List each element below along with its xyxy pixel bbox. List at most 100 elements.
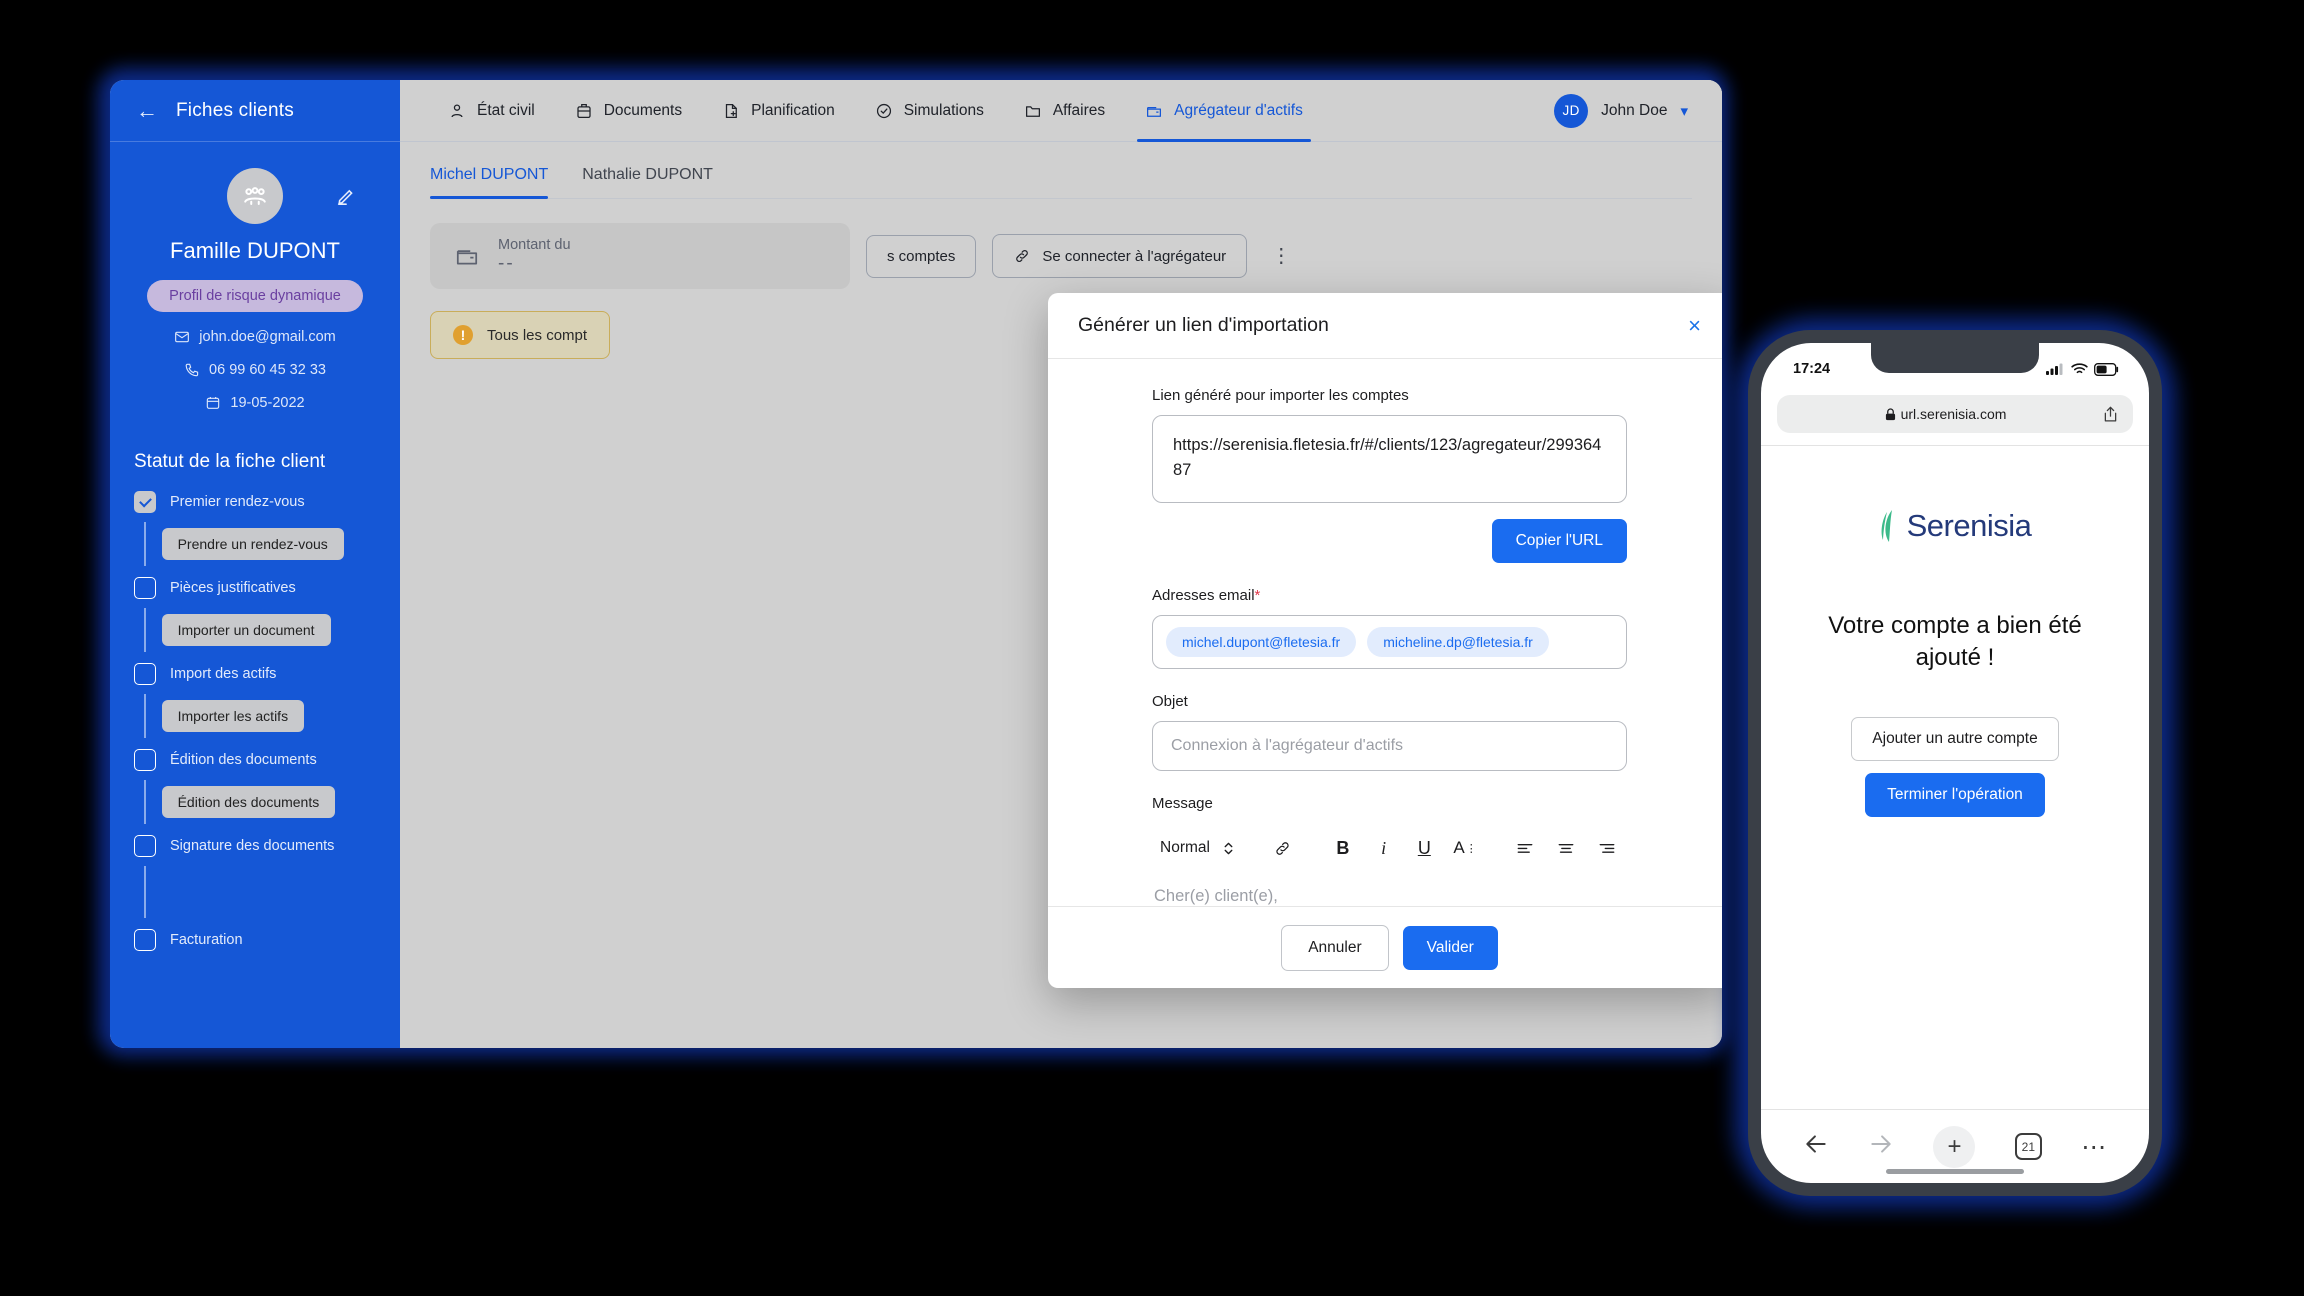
- italic-icon[interactable]: i: [1365, 831, 1402, 865]
- stem-line: [144, 866, 146, 918]
- modal-footer: Annuler Valider: [1048, 906, 1722, 988]
- checkbox-checked-icon[interactable]: [134, 491, 156, 513]
- checkbox-icon[interactable]: [134, 663, 156, 685]
- status-checklist: Premier rendez-vous Prendre un rendez-vo…: [110, 491, 400, 951]
- email-chip[interactable]: micheline.dp@fletesia.fr: [1367, 627, 1549, 657]
- mail-icon: [175, 331, 190, 343]
- checklist-item-premier-rendez-vous[interactable]: Premier rendez-vous: [134, 491, 382, 513]
- align-right-icon[interactable]: [1588, 831, 1625, 865]
- subtab-nathalie-dupont[interactable]: Nathalie DUPONT: [582, 166, 713, 198]
- arrow-left-icon[interactable]: [1803, 1131, 1829, 1162]
- user-menu[interactable]: JD John Doe ▾: [1554, 93, 1722, 128]
- close-icon[interactable]: ×: [1688, 314, 1701, 337]
- user-name: John Doe: [1601, 101, 1668, 119]
- finish-operation-button[interactable]: Terminer l'opération: [1865, 772, 2045, 817]
- file-plus-icon: [725, 103, 738, 118]
- plus-icon[interactable]: +: [1933, 1125, 1976, 1168]
- chevron-down-icon[interactable]: ▾: [1680, 102, 1688, 120]
- checkbox-icon[interactable]: [134, 929, 156, 951]
- connect-label: Se connecter à l'agrégateur: [1042, 247, 1227, 265]
- stem-line: [144, 608, 146, 652]
- wallet-icon: [1147, 106, 1162, 117]
- nav-label: Affaires: [1052, 101, 1106, 119]
- bold-icon[interactable]: B: [1325, 831, 1362, 865]
- checklist-action-row: Édition des documents: [144, 780, 382, 824]
- contact-date: 19-05-2022: [128, 395, 382, 411]
- align-left-icon[interactable]: [1507, 831, 1544, 865]
- importer-les-actifs-button[interactable]: Importer les actifs: [161, 700, 305, 732]
- wallet-icon: [456, 250, 478, 265]
- kebab-menu-icon[interactable]: ⋮: [1263, 246, 1299, 266]
- checklist-label: Édition des documents: [170, 752, 317, 768]
- cellular-signal-icon: [2046, 363, 2063, 375]
- prendre-rendez-vous-button[interactable]: Prendre un rendez-vous: [161, 528, 344, 560]
- connect-aggregator-button[interactable]: Se connecter à l'agrégateur: [992, 234, 1248, 278]
- underline-icon[interactable]: U: [1406, 831, 1443, 865]
- importer-un-document-button[interactable]: Importer un document: [161, 614, 331, 646]
- arrow-right-icon[interactable]: [1868, 1131, 1894, 1162]
- email-chip[interactable]: michel.dupont@fletesia.fr: [1166, 627, 1357, 657]
- validate-button[interactable]: Valider: [1402, 925, 1498, 970]
- kpi-value: --: [498, 253, 515, 274]
- phone-status-bar: 17:24: [1761, 343, 2149, 389]
- subtab-michel-dupont[interactable]: Michel DUPONT: [430, 166, 549, 199]
- nav-item-documents[interactable]: Documents: [555, 80, 702, 142]
- nav-item-affaires[interactable]: Affaires: [1004, 80, 1125, 142]
- edition-des-documents-button[interactable]: Édition des documents: [161, 786, 336, 818]
- checklist-item-pieces-justificatives[interactable]: Pièces justificatives: [134, 577, 382, 599]
- required-mark: *: [1254, 587, 1261, 604]
- top-navigation: État civil Documents Planification Simul…: [400, 80, 1722, 142]
- url-text-wrap: url.serenisia.com: [1790, 406, 2101, 422]
- rich-text-toolbar: Normal B i U A ⋮: [1152, 823, 1627, 875]
- phone-address-bar[interactable]: url.serenisia.com: [1777, 395, 2133, 433]
- cancel-button[interactable]: Annuler: [1281, 924, 1389, 971]
- text-size-icon[interactable]: A ⋮: [1447, 831, 1484, 865]
- tabs-count-badge[interactable]: 21: [2014, 1133, 2042, 1160]
- desktop-app-window: ← Fiches clients Famille DUPONT Profil d…: [110, 80, 1722, 1048]
- email-field-label: Adresses email*: [1152, 587, 1627, 604]
- nav-item-planification[interactable]: Planification: [702, 80, 855, 142]
- arrow-left-icon[interactable]: ←: [136, 99, 158, 122]
- avatar: [227, 168, 283, 224]
- checklist-item-facturation[interactable]: Facturation: [134, 929, 382, 951]
- link-icon[interactable]: [1264, 831, 1301, 865]
- email-chips-input[interactable]: michel.dupont@fletesia.fr micheline.dp@f…: [1152, 615, 1627, 669]
- checklist-label: Pièces justificatives: [170, 580, 296, 596]
- ellipsis-icon[interactable]: ⋯: [2081, 1134, 2107, 1159]
- link-icon: [1016, 249, 1029, 263]
- accounts-button[interactable]: s comptes: [866, 234, 977, 278]
- contact-date-value: 19-05-2022: [230, 395, 305, 411]
- nav-item-simulations[interactable]: Simulations: [855, 80, 1004, 142]
- contact-email-value: john.doe@gmail.com: [199, 329, 336, 345]
- nav-label: Planification: [751, 101, 835, 119]
- text-style-select[interactable]: Normal: [1154, 835, 1241, 861]
- checklist-action-row: Importer les actifs: [144, 694, 382, 738]
- add-another-account-button[interactable]: Ajouter un autre compte: [1851, 716, 2059, 761]
- message-field-label: Message: [1152, 795, 1213, 812]
- checklist-label: Import des actifs: [170, 666, 277, 682]
- checklist-action-row: Prendre un rendez-vous: [144, 522, 382, 566]
- message-editor-body[interactable]: Cher(e) client(e),: [1152, 875, 1627, 906]
- objet-input[interactable]: [1152, 721, 1627, 771]
- checkbox-icon[interactable]: [134, 749, 156, 771]
- checkbox-icon[interactable]: [134, 577, 156, 599]
- checklist-item-edition-des-documents[interactable]: Édition des documents: [134, 749, 382, 771]
- checkbox-icon[interactable]: [134, 835, 156, 857]
- nav-item-etat-civil[interactable]: État civil: [428, 80, 555, 142]
- contact-phone: 06 99 60 45 32 33: [128, 362, 382, 378]
- checklist-item-import-des-actifs[interactable]: Import des actifs: [134, 663, 382, 685]
- kpi-toolbar-row: Montant du -- s comptes Se connecter à l…: [430, 223, 1692, 289]
- copy-url-button[interactable]: Copier l'URL: [1491, 519, 1627, 563]
- modal-title: Générer un lien d'importation: [1078, 314, 1329, 336]
- align-center-icon[interactable]: [1548, 831, 1585, 865]
- contact-phone-value: 06 99 60 45 32 33: [209, 362, 326, 378]
- family-name: Famille DUPONT: [170, 238, 340, 263]
- nav-item-agregateur-dactifs[interactable]: Agrégateur d'actifs: [1125, 80, 1323, 142]
- status-section-title: Statut de la fiche client: [134, 451, 326, 472]
- checklist-item-signature-des-documents[interactable]: Signature des documents: [134, 835, 382, 857]
- risk-profile-badge[interactable]: Profil de risque dynamique: [147, 280, 363, 312]
- home-indicator: [1886, 1169, 2024, 1174]
- modal-body: Lien généré pour importer les comptes ht…: [1048, 359, 1722, 906]
- generated-link-value[interactable]: https://serenisia.fletesia.fr/#/clients/…: [1152, 415, 1627, 503]
- pencil-icon[interactable]: [336, 184, 358, 206]
